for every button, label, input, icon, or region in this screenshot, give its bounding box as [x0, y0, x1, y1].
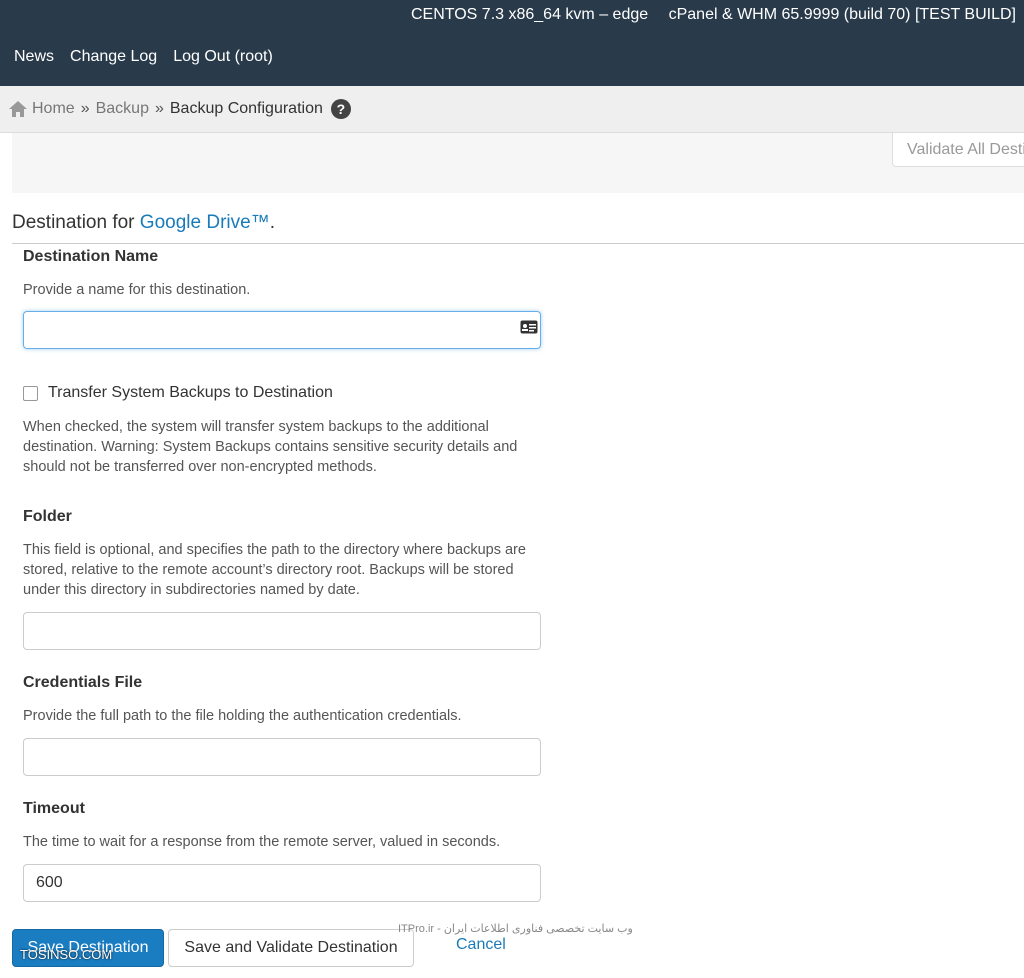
breadcrumb-backup[interactable]: Backup [96, 100, 149, 118]
save-validate-button[interactable]: Save and Validate Destination [168, 929, 414, 967]
breadcrumb: Home » Backup » Backup Configuration ? [0, 86, 1024, 133]
timeout-desc: The time to wait for a response from the… [23, 834, 501, 850]
transfer-desc: When checked, the system will transfer s… [23, 419, 518, 475]
destination-suffix: . [269, 212, 275, 233]
destination-type-link[interactable]: Google Drive™ [140, 212, 270, 233]
top-bar: CENTOS 7.3 x86_64 kvm – edge cPanel & WH… [0, 0, 1024, 86]
help-icon[interactable]: ? [330, 99, 351, 119]
breadcrumb-separator: » [80, 100, 90, 117]
timeout-label: Timeout [23, 800, 85, 817]
folder-label: Folder [23, 508, 72, 525]
folder-desc: This field is optional, and specifies th… [23, 542, 526, 598]
credentials-label: Credentials File [23, 674, 143, 691]
validate-panel: Validate All Destinations [12, 133, 1024, 193]
credentials-input[interactable] [23, 738, 541, 776]
product-label: cPanel & WHM 65.9999 (build 70) [TEST BU… [668, 6, 1016, 23]
nav-change-log[interactable]: Change Log [70, 48, 157, 66]
breadcrumb-home[interactable]: Home [32, 100, 75, 118]
top-nav: News Change Log Log Out (root) [0, 48, 289, 66]
nav-log-out[interactable]: Log Out (root) [173, 48, 273, 66]
server-info: CENTOS 7.3 x86_64 kvm – edge cPanel & WH… [395, 6, 1016, 24]
destination-prefix: Destination for [12, 212, 140, 233]
destination-name-input[interactable] [23, 311, 541, 349]
destination-name-desc: Provide a name for this destination. [23, 282, 251, 298]
watermark-mid: ITPro.ir - وب سایت تخصصی فناوری اطلاعات … [398, 923, 633, 935]
destination-heading: Destination for Google Drive™. [12, 212, 275, 234]
timeout-input[interactable] [23, 864, 541, 902]
transfer-checkbox-label[interactable]: Transfer System Backups to Destination [48, 384, 333, 402]
breadcrumb-separator: » [154, 100, 164, 117]
watermark-left: TOSINSO.COM [20, 947, 113, 962]
breadcrumb-current: Backup Configuration [169, 100, 323, 117]
credentials-desc: Provide the full path to the file holdin… [23, 708, 462, 724]
divider [12, 243, 1024, 244]
destination-name-label: Destination Name [23, 248, 159, 265]
cancel-link[interactable]: Cancel [456, 936, 506, 954]
nav-news[interactable]: News [14, 48, 54, 66]
contact-card-icon[interactable] [520, 320, 538, 334]
home-icon[interactable] [8, 100, 28, 118]
transfer-checkbox[interactable] [23, 385, 38, 401]
transfer-checkbox-row[interactable]: Transfer System Backups to Destination [23, 384, 333, 402]
server-label: CENTOS 7.3 x86_64 kvm – edge [410, 6, 649, 23]
folder-input[interactable] [23, 612, 541, 650]
validate-all-button[interactable]: Validate All Destinations [892, 133, 1024, 167]
